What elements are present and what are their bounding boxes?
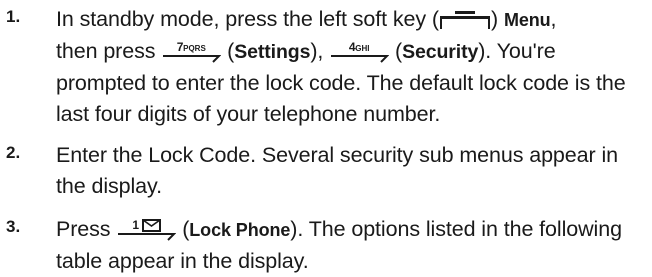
menu-label: Menu xyxy=(503,10,551,30)
step-text: Enter the Lock Code. Several security su… xyxy=(56,143,618,198)
settings-label: Settings xyxy=(234,41,311,63)
key-4-ghi-icon: 4GHI xyxy=(329,41,390,63)
step-number: 2. xyxy=(6,143,21,162)
step-text: Press 1 (Lock Phone). The options listed… xyxy=(56,217,622,273)
lock-phone-label: Lock Phone xyxy=(189,220,291,240)
security-label: Security xyxy=(402,41,479,63)
step-number: 3. xyxy=(6,217,21,236)
key-7-pqrs-icon: 7PQRS xyxy=(161,41,222,63)
step-text: In standby mode, press the left soft key… xyxy=(56,7,626,126)
key-1-envelope-icon: 1 xyxy=(116,219,177,241)
instruction-steps: 1. In standby mode, press the left soft … xyxy=(0,0,652,275)
step-number: 1. xyxy=(6,7,21,26)
left-soft-key-icon xyxy=(439,9,491,31)
